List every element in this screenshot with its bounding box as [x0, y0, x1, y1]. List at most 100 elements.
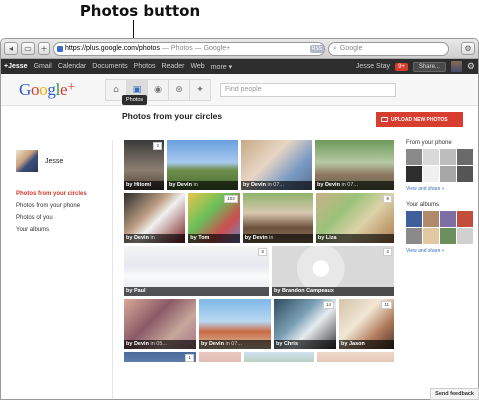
main-nav: ⌂ ▣ ◉ ⊛ ✦ [105, 78, 211, 101]
share-button[interactable]: Share... [412, 61, 446, 72]
photo-tile[interactable] [317, 352, 394, 362]
photo-album[interactable]: in [268, 235, 273, 241]
photo-album[interactable]: in 07... [266, 182, 284, 188]
photo-tile[interactable]: by Devin in 07... [241, 140, 312, 190]
photo-tile[interactable]: 103 by Tom [188, 193, 240, 243]
profile-avatar[interactable] [16, 150, 38, 172]
photo-author[interactable]: by Jason [341, 341, 365, 347]
photo-author[interactable]: by Devin [169, 182, 192, 188]
photo-author[interactable]: by Hitomi [126, 182, 151, 188]
photo-tile[interactable]: 11 by Jason [339, 299, 394, 349]
gbar-item-web[interactable]: Web [190, 63, 204, 70]
photo-caption: by Devin in 07... [241, 181, 312, 190]
gbar-item-more[interactable]: more ▾ [211, 63, 232, 71]
album-thumbnail[interactable] [423, 228, 439, 244]
rss-badge[interactable]: RSS [309, 44, 324, 53]
camera-icon [381, 117, 388, 122]
sidebar-item-photos-from-phone[interactable]: Photos from your phone [16, 200, 112, 212]
photo-author[interactable]: by Devin [126, 341, 149, 347]
photo-tile[interactable] [244, 352, 314, 362]
photo-count-badge: 2 [153, 142, 162, 150]
album-thumbnail[interactable] [406, 228, 422, 244]
gbar-item-calendar[interactable]: Calendar [58, 63, 86, 70]
send-feedback-button[interactable]: Send feedback [430, 388, 479, 400]
photo-row: 2 by Hitomi by Devin in by Devin in 07... b… [124, 140, 394, 190]
sidebar-item-photos-of-you[interactable]: Photos of you [16, 212, 112, 224]
phone-view-share-link[interactable]: View and share » [406, 186, 476, 192]
photo-author[interactable]: by Paul [126, 288, 146, 294]
photo-tile[interactable]: by Devin in [242, 193, 313, 243]
address-bar[interactable]: https://plus.google.com/photos — Photos … [53, 41, 325, 56]
album-thumbnail[interactable] [457, 211, 473, 227]
google-plus-logo[interactable]: Google+ [1, 80, 101, 100]
photo-tile[interactable]: 5 by Paul [124, 246, 269, 296]
photo-album[interactable]: in 07... [224, 341, 242, 347]
notifications-badge[interactable]: 9+ [395, 62, 408, 71]
album-thumbnail[interactable] [457, 228, 473, 244]
photo-tile[interactable]: by Devin in [124, 193, 186, 243]
site-icon [57, 45, 63, 52]
photo-tile[interactable]: by Devin in 07... [315, 140, 394, 190]
album-thumbnail[interactable] [440, 211, 456, 227]
phone-photo-thumbnail[interactable] [423, 149, 439, 165]
phone-photo-thumbnail[interactable] [440, 166, 456, 182]
photo-author[interactable]: by Chris [276, 341, 298, 347]
photo-tile[interactable] [199, 352, 241, 362]
add-bookmark-button[interactable]: + [38, 42, 50, 55]
photo-author[interactable]: by Brandon Campeaux [274, 288, 334, 294]
photo-author[interactable]: by Tom [190, 235, 209, 241]
profile-icon[interactable]: ◉ [147, 78, 169, 101]
circles-icon[interactable]: ⊛ [168, 78, 190, 101]
phone-photo-thumbnail[interactable] [440, 149, 456, 165]
photo-tile[interactable]: 8 by Liza [315, 193, 394, 243]
gbar-item-photos[interactable]: Photos [134, 63, 156, 70]
phone-photo-thumbnail[interactable] [457, 149, 473, 165]
photo-tile[interactable]: 1 [124, 352, 196, 362]
back-button[interactable]: ◂ [4, 42, 18, 55]
settings-button[interactable]: ⚙ [461, 42, 475, 55]
photo-author[interactable]: by Devin [126, 235, 149, 241]
gbar-item-plus-jesse[interactable]: +Jesse [4, 63, 28, 70]
bookmarks-button[interactable]: ▭ [21, 42, 35, 55]
sidebar-item-your-albums[interactable]: Your albums [16, 224, 112, 236]
url-page-title: — Photos — Google+ [161, 44, 231, 52]
phone-photo-thumbnail[interactable] [406, 149, 422, 165]
phone-photo-thumbnail[interactable] [423, 166, 439, 182]
gbar-item-documents[interactable]: Documents [92, 63, 127, 70]
photo-tile[interactable]: 14 by Chris [274, 299, 336, 349]
photo-author[interactable]: by Liza [318, 235, 337, 241]
your-albums-title: Your albums [406, 202, 440, 208]
photo-tile[interactable]: by Devin in 05... [124, 299, 196, 349]
photo-tile[interactable]: by Devin in [167, 140, 238, 190]
phone-photo-thumbnail[interactable] [457, 166, 473, 182]
gbar-item-gmail[interactable]: Gmail [34, 63, 52, 70]
photo-album[interactable]: in 05... [149, 341, 167, 347]
album-thumbnail[interactable] [423, 211, 439, 227]
photo-author[interactable]: by Devin [243, 182, 266, 188]
sidebar-item-photos-from-circles[interactable]: Photos from your circles [16, 188, 112, 200]
search-placeholder: Google [339, 44, 363, 52]
photo-tile[interactable]: 2 by Hitomi [124, 140, 164, 190]
browser-search-field[interactable]: ⌕ Google [328, 41, 449, 56]
profile-name[interactable]: Jesse [45, 158, 63, 165]
phone-photo-thumbnail[interactable] [406, 166, 422, 182]
photo-tile[interactable]: by Devin in 07... [199, 299, 271, 349]
find-people-input[interactable]: Find people [220, 82, 396, 97]
games-icon[interactable]: ✦ [189, 78, 211, 101]
sidebar-profile[interactable]: Jesse [1, 140, 112, 172]
album-thumbnail[interactable] [406, 211, 422, 227]
photo-album[interactable]: in 07... [340, 182, 358, 188]
albums-view-share-link[interactable]: View and share » [406, 248, 476, 254]
gbar-user-name[interactable]: Jesse Stay [356, 63, 390, 70]
gbar-item-reader[interactable]: Reader [161, 63, 184, 70]
gear-icon[interactable]: ⚙ [467, 61, 475, 72]
album-thumbnail[interactable] [440, 228, 456, 244]
photo-album[interactable]: in [149, 235, 154, 241]
photo-album[interactable]: in [192, 182, 197, 188]
upload-new-photos-button[interactable]: UPLOAD NEW PHOTOS [376, 112, 463, 127]
photo-author[interactable]: by Devin [201, 341, 224, 347]
photo-tile[interactable]: 2 by Brandon Campeaux [272, 246, 394, 296]
avatar[interactable] [450, 61, 462, 72]
photo-author[interactable]: by Devin [245, 235, 268, 241]
photo-author[interactable]: by Devin [317, 182, 340, 188]
